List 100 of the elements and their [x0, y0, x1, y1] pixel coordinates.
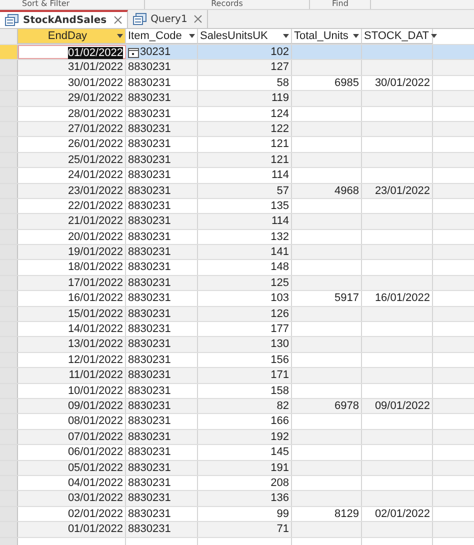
- record-selector[interactable]: [0, 168, 18, 183]
- table-cell: 8830231: [126, 522, 198, 536]
- column-header[interactable]: EndDay: [18, 29, 126, 44]
- table-cell: 8830231: [126, 214, 198, 229]
- record-selector[interactable]: [0, 522, 18, 536]
- record-selector[interactable]: [0, 291, 18, 306]
- record-selector[interactable]: [0, 122, 18, 136]
- table-cell: 8830231: [126, 368, 198, 383]
- column-header[interactable]: SalesUnitsUK: [198, 29, 292, 44]
- table-cell: 8830231: [126, 337, 198, 352]
- record-selector[interactable]: [0, 214, 18, 229]
- table-cell: 09/01/2022: [18, 398, 126, 414]
- table-cell: 20/01/2022: [18, 230, 126, 244]
- table-cell: 02/01/2022: [18, 506, 126, 522]
- table-cell: 27/01/2022: [18, 122, 126, 136]
- table-cell: 8830231: [126, 60, 198, 75]
- table-cell: 171: [198, 368, 292, 383]
- dropdown-arrow-icon[interactable]: [283, 34, 289, 38]
- table-cell: 26/01/2022: [18, 137, 126, 152]
- table-cell: 8830231: [126, 352, 198, 368]
- record-selector[interactable]: [0, 445, 18, 460]
- record-selector[interactable]: [0, 198, 18, 214]
- table-cell: 21/01/2022: [18, 214, 126, 229]
- record-selector[interactable]: [0, 152, 18, 168]
- table-cell: 192: [198, 430, 292, 444]
- table-cell: 8830231: [126, 91, 198, 106]
- table-cell: 23/01/2022: [362, 184, 433, 198]
- record-selector[interactable]: [0, 306, 18, 322]
- table-cell: 19/01/2022: [18, 245, 126, 260]
- record-selector[interactable]: [0, 352, 18, 368]
- record-selector[interactable]: [0, 337, 18, 352]
- column-header[interactable]: Item_Code: [126, 29, 198, 44]
- table-cell: 8830231: [126, 184, 198, 198]
- table-cell: 177: [198, 322, 292, 336]
- document-tab[interactable]: Query1: [128, 10, 208, 28]
- record-selector[interactable]: [0, 476, 18, 490]
- record-selector[interactable]: [0, 76, 18, 90]
- document-tab[interactable]: StockAndSales: [0, 10, 128, 28]
- table-cell: 28/01/2022: [18, 106, 126, 121]
- table-cell: 8830231: [126, 198, 198, 214]
- table-cell: 8830231: [126, 106, 198, 121]
- record-selector[interactable]: [0, 276, 18, 290]
- table-cell: 17/01/2022: [18, 276, 126, 290]
- table-cell: 18/01/2022: [18, 260, 126, 275]
- record-selector[interactable]: [0, 322, 18, 336]
- close-icon[interactable]: [114, 16, 122, 24]
- column-header[interactable]: Total_Units: [292, 29, 362, 44]
- ribbon-group-label: Find: [310, 0, 372, 9]
- record-selector[interactable]: [0, 414, 18, 429]
- table-cell: 23/01/2022: [18, 184, 126, 198]
- dropdown-arrow-icon[interactable]: [117, 34, 123, 38]
- ribbon-group-label: Records: [145, 0, 310, 9]
- table-cell: 121: [198, 137, 292, 152]
- table-cell: 07/01/2022: [18, 430, 126, 444]
- record-selector[interactable]: [0, 137, 18, 152]
- table-cell: 09/01/2022: [362, 398, 433, 414]
- dropdown-arrow-icon[interactable]: [431, 34, 437, 38]
- record-selector[interactable]: [0, 106, 18, 121]
- record-selector[interactable]: [0, 230, 18, 244]
- table-cell: 14/01/2022: [18, 322, 126, 336]
- table-cell: 03/01/2022: [18, 491, 126, 506]
- table-cell: 16/01/2022: [362, 291, 433, 306]
- calendar-icon[interactable]: [128, 46, 139, 58]
- dropdown-arrow-icon[interactable]: [189, 34, 195, 38]
- table-cell: 8830231: [126, 122, 198, 136]
- table-cell: 15/01/2022: [18, 306, 126, 322]
- record-selector[interactable]: [0, 506, 18, 522]
- table-cell: 8830231: [126, 491, 198, 506]
- record-selector[interactable]: [0, 491, 18, 506]
- table-cell: 114: [198, 168, 292, 183]
- table-cell: 8830231: [126, 476, 198, 490]
- edit-field[interactable]: 01/02/2022: [18, 45, 126, 60]
- table-cell: 141: [198, 245, 292, 260]
- record-selector[interactable]: [0, 398, 18, 414]
- table-cell: 05/01/2022: [18, 460, 126, 475]
- table-cell: 8830231: [126, 384, 198, 398]
- table-cell: 5917: [292, 291, 362, 306]
- record-selector[interactable]: [0, 384, 18, 398]
- record-selector[interactable]: [0, 260, 18, 275]
- table-cell: 119: [198, 91, 292, 106]
- table-cell: 8830231: [126, 276, 198, 290]
- record-selector[interactable]: [0, 91, 18, 106]
- table-cell: 11/01/2022: [18, 368, 126, 383]
- close-icon[interactable]: [194, 15, 202, 23]
- table-cell: 136: [198, 491, 292, 506]
- record-selector[interactable]: [0, 460, 18, 475]
- table-cell: 31/01/2022: [18, 60, 126, 75]
- table-cell: 04/01/2022: [18, 476, 126, 490]
- dropdown-arrow-icon[interactable]: [353, 34, 359, 38]
- record-selector[interactable]: [0, 60, 18, 75]
- tab-label: StockAndSales: [23, 14, 107, 26]
- record-selector[interactable]: [0, 430, 18, 444]
- record-selector[interactable]: [0, 368, 18, 383]
- table-cell: 114: [198, 214, 292, 229]
- record-selector[interactable]: [0, 45, 18, 60]
- record-selector[interactable]: [0, 245, 18, 260]
- table-cell: 8830231: [126, 398, 198, 414]
- select-all-button[interactable]: [0, 29, 18, 44]
- tab-label: Query1: [150, 14, 188, 24]
- record-selector[interactable]: [0, 184, 18, 198]
